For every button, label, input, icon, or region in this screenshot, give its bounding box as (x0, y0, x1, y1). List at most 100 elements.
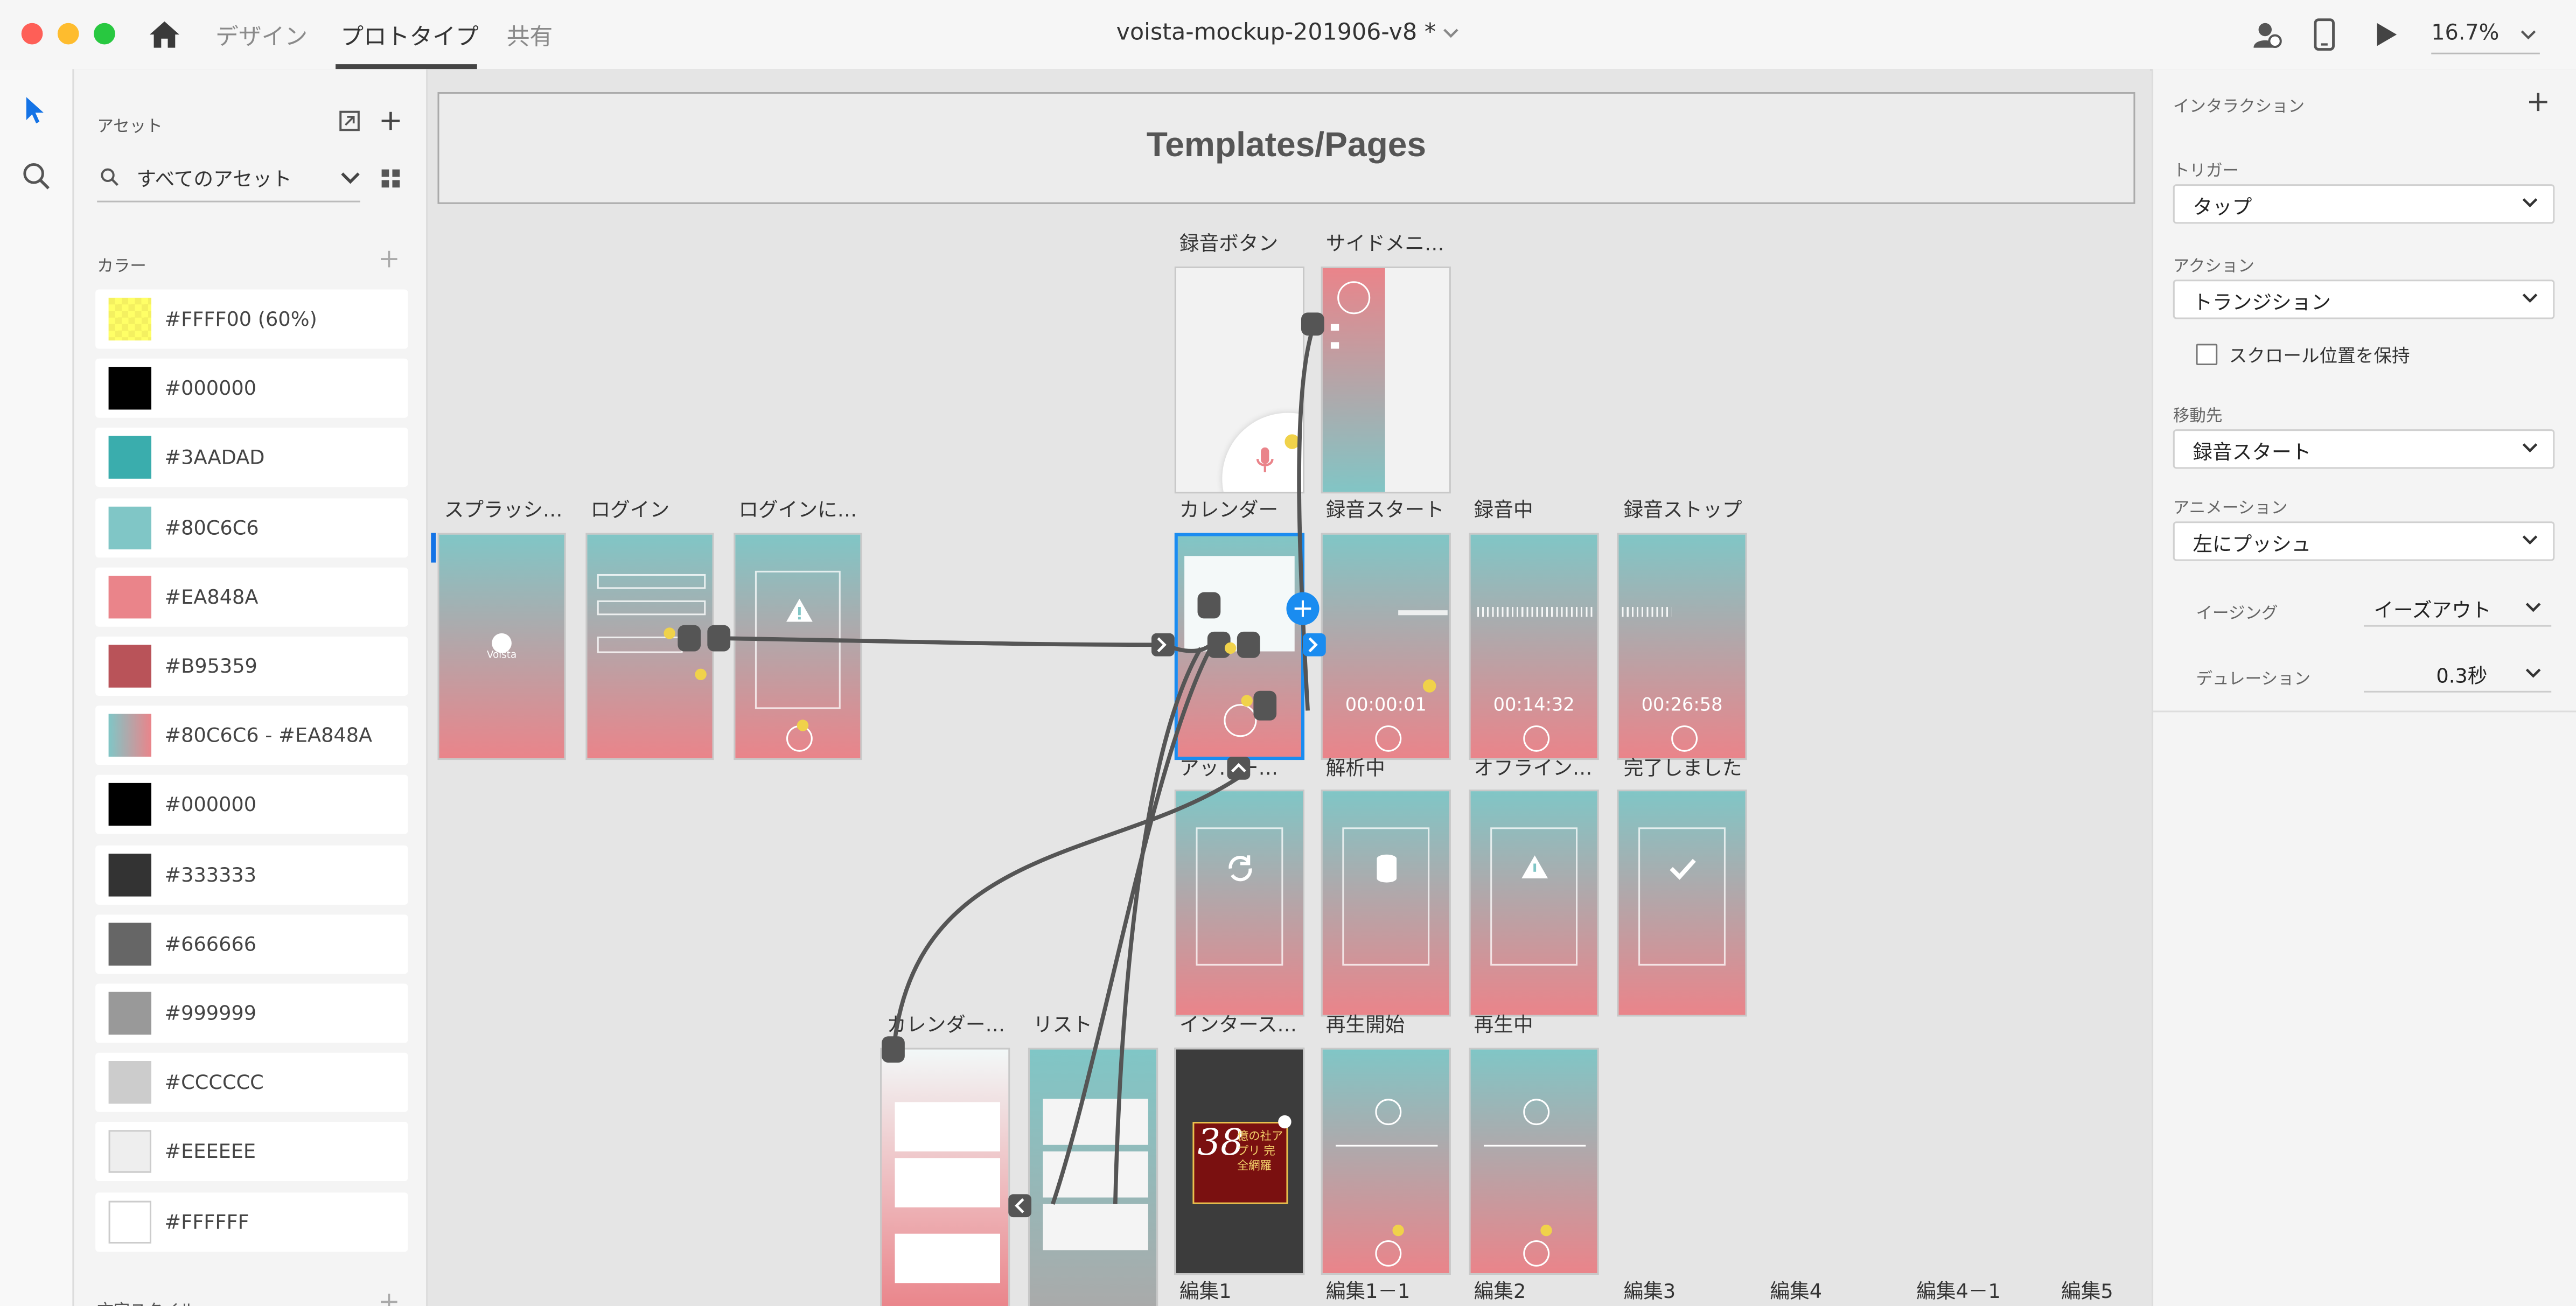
char-styles-header: 文字スタイル (97, 1296, 196, 1306)
add-color-icon[interactable] (380, 250, 399, 268)
duration-underline (2364, 690, 2552, 693)
wire-connector[interactable] (678, 625, 701, 652)
trigger-value: タップ (2193, 195, 2252, 219)
color-asset[interactable]: #EEEEEE (95, 1122, 408, 1182)
wire-connector[interactable] (1008, 1194, 1032, 1218)
keep-scroll-checkbox[interactable] (2196, 344, 2218, 366)
wire-connector[interactable] (1253, 690, 1277, 721)
destination-value: 録音スタート (2193, 441, 2312, 464)
zoom-underline (2431, 52, 2540, 54)
wire-calendar-to-list[interactable] (1113, 647, 1203, 1204)
color-swatch (108, 922, 151, 966)
search-tool-icon[interactable] (22, 161, 51, 191)
color-label: #FFFFFF (164, 1210, 249, 1233)
color-asset[interactable]: #FFFFFF (95, 1192, 408, 1252)
color-swatch (108, 506, 151, 549)
color-asset[interactable]: #FFFF00 (60%) (95, 289, 408, 349)
trigger-select[interactable]: タップ (2173, 184, 2555, 224)
assets-panel: アセット すべてのアセット カラー #FFFF00 (60%) #000000 #3… (74, 69, 428, 1306)
action-label: アクション (2173, 258, 2254, 277)
duration-value[interactable]: 0.3秒 (2436, 661, 2487, 689)
color-asset[interactable]: #80C6C6 - #EA848A (95, 706, 408, 765)
color-label: #666666 (164, 932, 257, 955)
document-title-text: voista-mockup-201906-v8 * (1116, 19, 1436, 46)
color-asset[interactable]: #B95359 (95, 637, 408, 696)
color-asset[interactable]: #333333 (95, 844, 408, 904)
play-icon[interactable] (2375, 22, 2398, 48)
xd-window: デザイン プロトタイプ 共有 voista-mockup-201906-v8 *… (0, 0, 2576, 1306)
color-asset[interactable]: #666666 (95, 914, 408, 974)
action-select[interactable]: トランジション (2173, 280, 2555, 319)
assets-header: アセット (97, 118, 163, 137)
canvas[interactable]: Templates/Pages 録音ボタン サイドメニ… スプラッシ… Vois… (428, 69, 2150, 1306)
zoom-level[interactable]: 16.7% (2431, 22, 2499, 46)
color-asset[interactable]: #3AADAD (95, 428, 408, 488)
keep-scroll-label: スクロール位置を保持 (2229, 345, 2410, 367)
wire-connector[interactable] (1227, 756, 1251, 780)
add-interaction-icon[interactable] (2528, 92, 2548, 112)
chevron-down-icon (1444, 29, 1459, 38)
color-label: #FFFF00 (60%) (164, 308, 317, 331)
chevron-down-icon (2522, 535, 2538, 545)
wire-connector[interactable] (882, 1036, 905, 1063)
add-asset-icon[interactable] (380, 110, 402, 132)
wire-connector[interactable] (1237, 631, 1260, 658)
animation-select[interactable]: 左にプッシュ (2173, 521, 2555, 561)
color-asset[interactable]: #EA848A (95, 567, 408, 627)
asset-filter-value: すべてのアセット (136, 167, 292, 191)
color-swatch (108, 297, 151, 341)
color-swatch (108, 1130, 151, 1174)
wire-login-to-calendar[interactable] (717, 636, 1165, 647)
chevron-down-icon (2522, 198, 2538, 208)
search-icon (101, 168, 118, 186)
add-wire-button[interactable]: + (1286, 592, 1320, 625)
export-assets-icon[interactable] (339, 110, 360, 132)
wire-connector[interactable] (1301, 312, 1324, 336)
wire-connector[interactable] (707, 625, 731, 652)
interaction-header: インタラクション (2173, 99, 2305, 117)
title-bar: デザイン プロトタイプ 共有 voista-mockup-201906-v8 *… (0, 0, 2576, 71)
duration-chevron-icon[interactable] (2525, 665, 2542, 681)
easing-value[interactable]: イーズアウト (2373, 596, 2491, 624)
color-label: #000000 (164, 793, 257, 817)
zoom-chevron-icon[interactable] (2520, 28, 2537, 41)
color-asset[interactable]: #000000 (95, 775, 408, 835)
colors-header: カラー (97, 258, 146, 277)
add-char-style-icon[interactable] (380, 1293, 399, 1306)
color-asset[interactable]: #CCCCCC (95, 1053, 408, 1113)
device-preview-icon[interactable] (2313, 18, 2336, 51)
destination-select[interactable]: 録音スタート (2173, 429, 2555, 469)
wire-connector[interactable] (1197, 592, 1221, 619)
color-swatch (108, 853, 151, 896)
grid-view-icon[interactable] (380, 168, 402, 190)
easing-underline (2364, 625, 2552, 627)
user-icon[interactable] (2250, 18, 2283, 51)
color-swatch (108, 1200, 151, 1243)
chevron-down-icon (341, 172, 360, 184)
wire-upload-to-calendar2[interactable] (892, 774, 1242, 1040)
color-label: #80C6C6 - #EA848A (164, 724, 373, 748)
easing-chevron-icon[interactable] (2525, 599, 2542, 616)
color-label: #B95359 (164, 654, 257, 678)
tool-rail (0, 69, 74, 1306)
destination-label: 移動先 (2173, 408, 2223, 427)
color-label: #999999 (164, 1002, 257, 1025)
color-label: #333333 (164, 863, 257, 886)
animation-value: 左にプッシュ (2193, 533, 2312, 556)
color-asset[interactable]: #80C6C6 (95, 498, 408, 557)
color-label: #3AADAD (164, 446, 265, 470)
color-label: #EEEEEE (164, 1140, 256, 1164)
color-asset[interactable]: #000000 (95, 359, 408, 418)
document-title[interactable]: voista-mockup-201906-v8 * (0, 20, 2576, 46)
color-swatch (108, 645, 151, 688)
color-asset[interactable]: #999999 (95, 983, 408, 1043)
chevron-down-icon (2522, 294, 2538, 303)
color-swatch (108, 575, 151, 618)
color-swatch (108, 991, 151, 1035)
select-tool-icon[interactable] (23, 95, 46, 125)
chevron-down-icon (2522, 443, 2538, 453)
prototype-wires (664, 312, 1552, 1237)
panel-divider (2153, 710, 2576, 713)
color-label: #CCCCCC (164, 1071, 264, 1094)
asset-filter[interactable]: すべてのアセット (97, 158, 360, 202)
